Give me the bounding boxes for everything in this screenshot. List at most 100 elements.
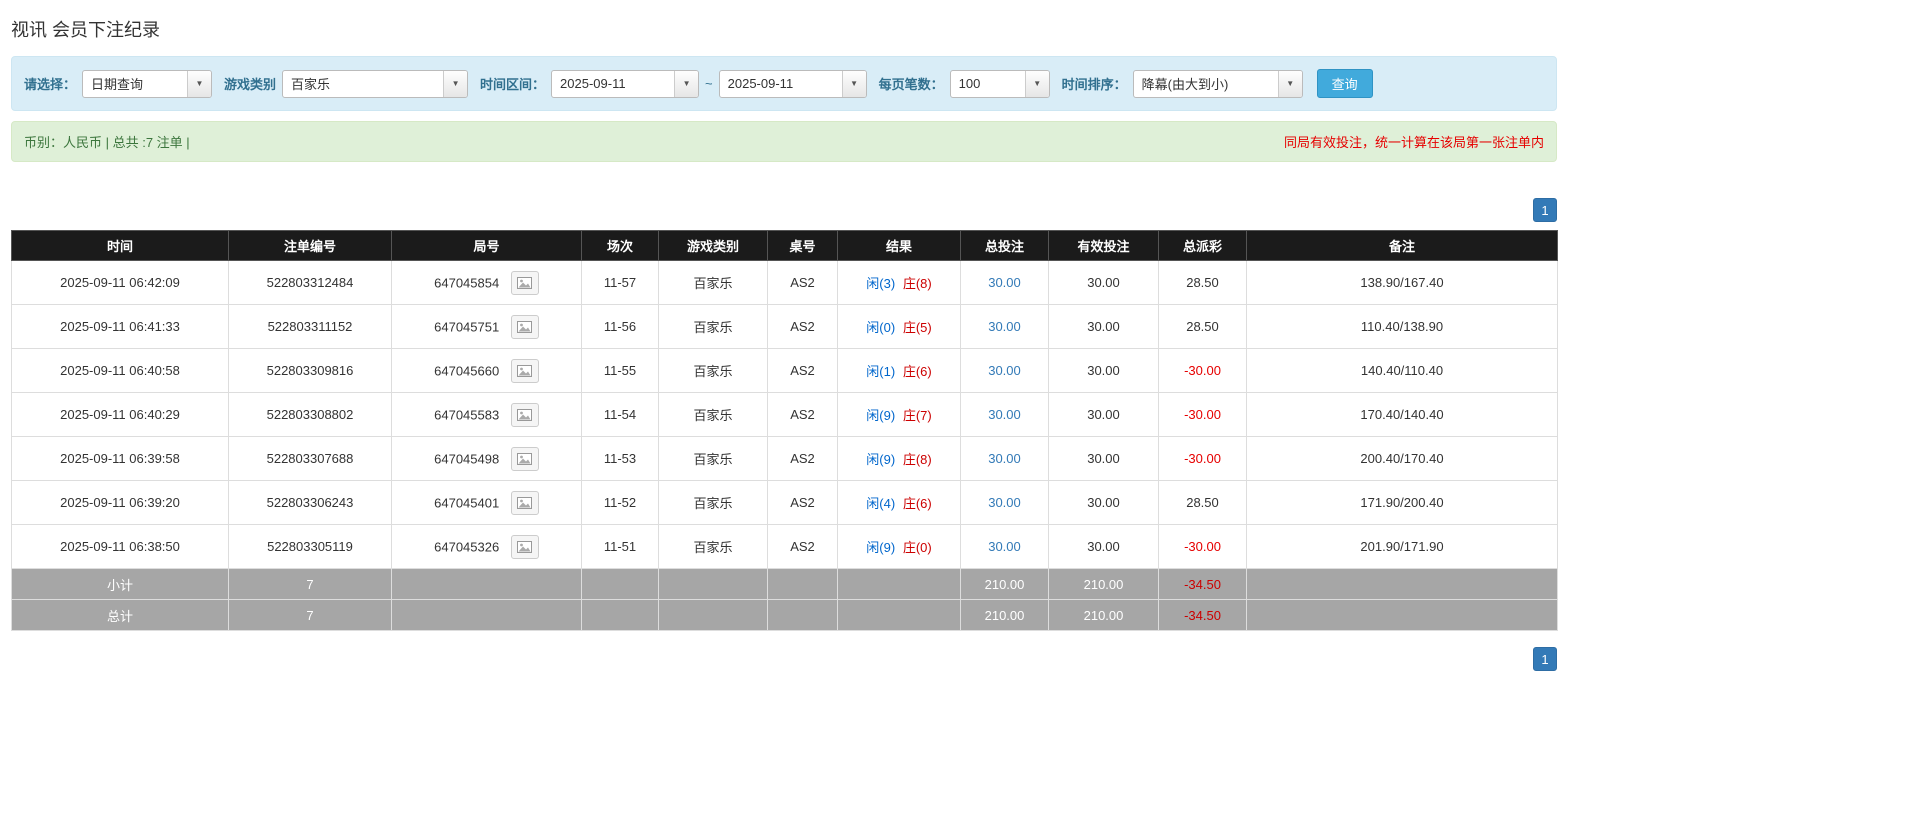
search-button[interactable]: 查询 [1316,69,1373,98]
chevron-down-icon[interactable]: ▼ [187,70,212,97]
subtotal-empty [658,568,768,600]
result-banker: 庄(8) [902,452,932,467]
cell-total-bet: 30.00 [960,436,1049,481]
chevron-down-icon[interactable]: ▼ [1277,70,1302,97]
result-player: 闲(9) [866,452,896,467]
header-table-no: 桌号 [767,230,838,261]
header-game-type: 游戏类别 [658,230,768,261]
round-result-image-button[interactable] [510,446,539,471]
round-result-image-button[interactable] [510,490,539,515]
subtotal-empty [1246,568,1558,600]
query-type-value[interactable]: 日期查询 [83,71,187,97]
query-type-combo[interactable]: 日期查询 ▼ [82,69,213,98]
cell-payout: -30.00 [1158,392,1247,437]
total-bet-link[interactable]: 30.00 [988,407,1021,422]
page-1-button[interactable]: 1 [1533,647,1557,671]
cell-total-bet: 30.00 [960,348,1049,393]
cell-table-no: AS2 [767,392,838,437]
total-label: 总计 [11,599,229,631]
time-sort-value[interactable]: 降幕(由大到小) [1134,71,1278,97]
image-icon [517,364,533,377]
result-player: 闲(0) [866,320,896,335]
pagination-bottom: 1 [11,647,1557,671]
image-icon [517,496,533,509]
result-player: 闲(9) [866,540,896,555]
cell-round-id: 647045854 [391,260,582,305]
cell-valid-bet: 30.00 [1048,436,1159,481]
cell-session: 11-51 [581,524,659,569]
cell-valid-bet: 30.00 [1048,304,1159,349]
summary-bar: 币别：人民币 | 总共 :7 注单 | 同局有效投注，统一计算在该局第一张注单内 [11,121,1557,162]
total-bet-link[interactable]: 30.00 [988,363,1021,378]
game-type-value[interactable]: 百家乐 [283,71,443,97]
chevron-down-icon[interactable]: ▼ [841,70,866,97]
date-range-separator: ~ [705,76,713,91]
table-row: 2025-09-11 06:42:09 522803312484 6470458… [11,260,1558,305]
round-result-image-button[interactable] [510,358,539,383]
cell-remark: 200.40/170.40 [1246,436,1558,481]
page-1-button[interactable]: 1 [1533,198,1557,222]
image-icon [517,276,533,289]
round-result-image-button[interactable] [510,314,539,339]
cell-bet-id: 522803311152 [228,304,392,349]
query-type-label: 请选择： [24,77,77,92]
cell-bet-id: 522803306243 [228,480,392,525]
page-size-value[interactable]: 100 [951,71,1025,97]
table-row: 2025-09-11 06:40:58 522803309816 6470456… [11,348,1558,393]
table-body: 2025-09-11 06:42:09 522803312484 6470458… [11,260,1558,569]
cell-result: 闲(0) 庄(5) [837,304,961,349]
total-bet-link[interactable]: 30.00 [988,495,1021,510]
date-from-combo[interactable]: 2025-09-11 ▼ [551,69,700,98]
cell-bet-id: 522803305119 [228,524,392,569]
round-id-text: 647045498 [434,451,500,466]
cell-valid-bet: 30.00 [1048,260,1159,305]
time-sort-combo[interactable]: 降幕(由大到小) ▼ [1132,69,1303,98]
round-id-text: 647045401 [434,495,500,510]
cell-session: 11-55 [581,348,659,393]
page-size-combo[interactable]: 100 ▼ [949,69,1050,98]
cell-table-no: AS2 [767,436,838,481]
table-row: 2025-09-11 06:39:20 522803306243 6470454… [11,480,1558,525]
image-icon [517,452,533,465]
round-result-image-button[interactable] [510,534,539,559]
cell-bet-id: 522803312484 [228,260,392,305]
cell-session: 11-56 [581,304,659,349]
cell-time: 2025-09-11 06:41:33 [11,304,229,349]
cell-payout: -30.00 [1158,348,1247,393]
cell-bet-id: 522803307688 [228,436,392,481]
betting-records-table: 时间 注单编号 局号 场次 游戏类别 桌号 结果 总投注 有效投注 总派彩 备注… [11,230,1558,631]
total-bet-link[interactable]: 30.00 [988,319,1021,334]
result-banker: 庄(6) [902,496,932,511]
total-empty [391,599,582,631]
cell-result: 闲(1) 庄(6) [837,348,961,393]
chevron-down-icon[interactable]: ▼ [443,70,468,97]
date-to-value[interactable]: 2025-09-11 [720,71,842,97]
round-result-image-button[interactable] [510,270,539,295]
cell-result: 闲(9) 庄(7) [837,392,961,437]
subtotal-label: 小计 [11,568,229,600]
total-count: 7 [228,599,392,631]
result-banker: 庄(0) [902,540,932,555]
cell-payout: -30.00 [1158,436,1247,481]
date-to-combo[interactable]: 2025-09-11 ▼ [718,69,867,98]
header-session: 场次 [581,230,659,261]
total-total-bet: 210.00 [960,599,1049,631]
page-title: 视讯 会员下注纪录 [11,20,161,40]
date-from-value[interactable]: 2025-09-11 [552,71,674,97]
cell-round-id: 647045326 [391,524,582,569]
cell-time: 2025-09-11 06:42:09 [11,260,229,305]
chevron-down-icon[interactable]: ▼ [674,70,699,97]
chevron-down-icon[interactable]: ▼ [1024,70,1049,97]
round-result-image-button[interactable] [510,402,539,427]
cell-remark: 138.90/167.40 [1246,260,1558,305]
cell-round-id: 647045660 [391,348,582,393]
cell-time: 2025-09-11 06:40:58 [11,348,229,393]
cell-time: 2025-09-11 06:38:50 [11,524,229,569]
result-player: 闲(1) [866,364,896,379]
total-bet-link[interactable]: 30.00 [988,451,1021,466]
game-type-combo[interactable]: 百家乐 ▼ [282,69,469,98]
total-bet-link[interactable]: 30.00 [988,275,1021,290]
cell-payout: 28.50 [1158,480,1247,525]
cell-bet-id: 522803308802 [228,392,392,437]
total-bet-link[interactable]: 30.00 [988,539,1021,554]
